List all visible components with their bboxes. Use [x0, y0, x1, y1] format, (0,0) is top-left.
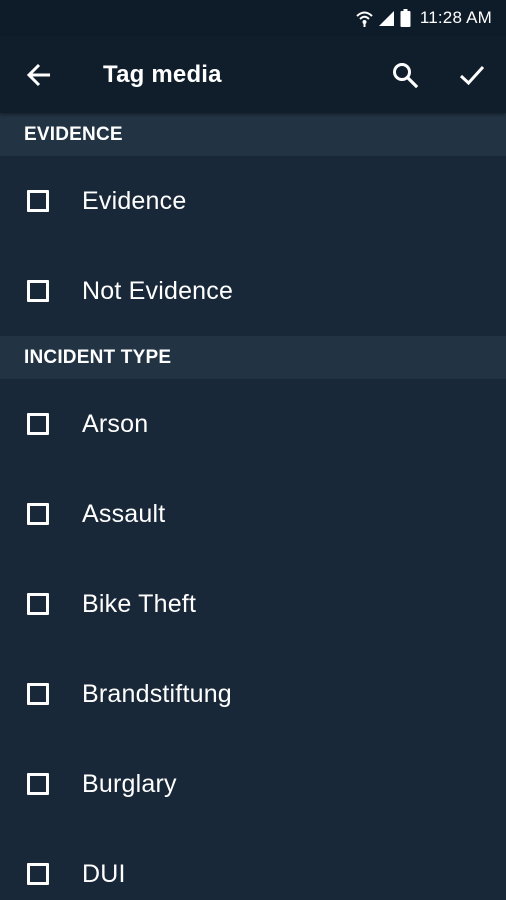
tag-list[interactable]: EVIDENCE Evidence Not Evidence INCIDENT …	[0, 113, 506, 900]
page-title: Tag media	[103, 61, 222, 88]
list-item-bike-theft[interactable]: Bike Theft	[0, 559, 506, 649]
item-label: Brandstiftung	[82, 679, 232, 708]
list-item-brandstiftung[interactable]: Brandstiftung	[0, 649, 506, 739]
status-time: 11:28 AM	[419, 8, 492, 27]
list-item-burglary[interactable]: Burglary	[0, 739, 506, 829]
list-item-dui[interactable]: DUI	[0, 829, 506, 900]
checkbox[interactable]	[27, 683, 49, 705]
checkbox[interactable]	[27, 503, 49, 525]
done-button[interactable]	[453, 56, 491, 94]
status-bar: 11:28 AM	[0, 0, 506, 36]
item-label: Assault	[82, 499, 166, 528]
list-item-arson[interactable]: Arson	[0, 379, 506, 469]
check-icon	[459, 65, 485, 86]
list-item-not-evidence[interactable]: Not Evidence	[0, 246, 506, 336]
list-item-assault[interactable]: Assault	[0, 469, 506, 559]
item-label: Evidence	[82, 186, 187, 215]
item-label: DUI	[82, 859, 126, 888]
app-bar: Tag media	[0, 36, 506, 113]
list-item-evidence[interactable]: Evidence	[0, 156, 506, 246]
checkbox[interactable]	[27, 773, 49, 795]
arrow-back-icon	[26, 63, 50, 87]
checkbox[interactable]	[27, 280, 49, 302]
section-header-evidence: EVIDENCE	[0, 113, 506, 156]
checkbox[interactable]	[27, 593, 49, 615]
checkbox[interactable]	[27, 413, 49, 435]
section-header-incident-type: INCIDENT TYPE	[0, 336, 506, 379]
back-button[interactable]	[20, 56, 58, 94]
search-button[interactable]	[386, 56, 424, 94]
item-label: Not Evidence	[82, 276, 234, 305]
signal-icon	[378, 10, 395, 27]
item-label: Burglary	[82, 769, 177, 798]
wifi-icon	[356, 10, 373, 27]
item-label: Bike Theft	[82, 589, 197, 618]
search-icon	[393, 63, 418, 88]
checkbox[interactable]	[27, 863, 49, 885]
checkbox[interactable]	[27, 190, 49, 212]
battery-icon	[400, 9, 411, 27]
item-label: Arson	[82, 409, 149, 438]
